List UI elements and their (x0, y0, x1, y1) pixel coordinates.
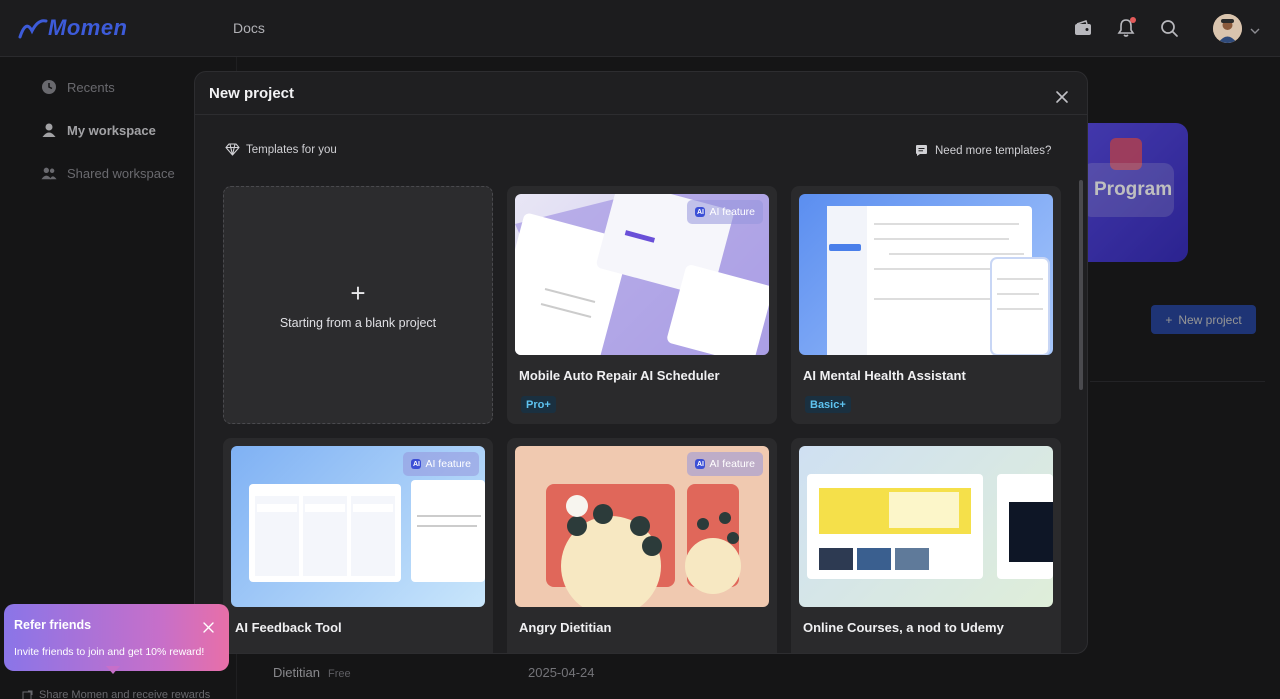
notification-bell-icon[interactable] (1114, 16, 1138, 40)
template-title: Angry Dietitian (519, 620, 612, 635)
notification-dot (1130, 17, 1136, 23)
plus-icon: + (350, 278, 366, 308)
ai-chip-label: AI feature (425, 458, 471, 470)
top-bar: Momen Docs (0, 0, 1280, 57)
modal-scrollbar[interactable] (1079, 180, 1083, 390)
new-project-modal: New project Templates for you Need more … (194, 71, 1088, 654)
diamond-icon (225, 143, 240, 156)
ai-logo-icon: AI (695, 459, 706, 469)
search-icon[interactable] (1157, 16, 1181, 40)
template-card-online-courses[interactable]: Online Courses, a nod to Udemy (791, 438, 1061, 653)
template-thumbnail (799, 446, 1053, 607)
template-card-mobile-auto-repair[interactable]: AI AI feature Mobile Auto Repair AI Sched… (507, 186, 777, 424)
modal-header: New project (195, 72, 1087, 115)
need-more-templates-link[interactable]: Need more templates? (915, 144, 1051, 157)
template-title: AI Feedback Tool (235, 620, 342, 635)
template-card-mental-health[interactable]: AI Mental Health Assistant Basic+ (791, 186, 1061, 424)
template-title: AI Mental Health Assistant (803, 368, 966, 383)
ai-chip-label: AI feature (709, 458, 755, 470)
template-thumbnail: AI AI feature (231, 446, 485, 607)
momen-logo[interactable]: Momen (18, 14, 128, 42)
chat-bubble-icon (916, 145, 927, 156)
template-card-angry-dietitian[interactable]: AI AI feature Angry Dietitian (507, 438, 777, 653)
template-thumbnail: AI AI feature (515, 446, 769, 607)
wallet-icon[interactable] (1071, 16, 1095, 40)
ai-logo-icon: AI (411, 459, 422, 469)
ai-feature-chip: AI AI feature (403, 452, 479, 476)
plan-badge: Pro+ (521, 396, 556, 413)
refer-friends-popup[interactable]: Refer friends Invite friends to join and… (4, 604, 229, 671)
logo-text: Momen (48, 15, 128, 40)
refer-title: Refer friends (14, 618, 92, 632)
template-thumbnail: AI AI feature (515, 194, 769, 355)
template-title: Online Courses, a nod to Udemy (803, 620, 1004, 635)
user-avatar[interactable] (1213, 14, 1242, 43)
more-templates-text: Need more templates? (935, 144, 1052, 157)
template-thumbnail (799, 194, 1053, 355)
logo-mark-icon (18, 19, 48, 39)
modal-title: New project (209, 85, 295, 102)
docs-link[interactable]: Docs (233, 20, 265, 36)
chevron-down-icon[interactable] (1250, 22, 1260, 40)
templates-for-you-label: Templates for you (225, 143, 337, 156)
refer-text: Invite friends to join and get 10% rewar… (14, 646, 205, 658)
blank-project-label: Starting from a blank project (279, 316, 437, 330)
ai-logo-icon: AI (695, 207, 706, 217)
ai-feature-chip: AI AI feature (687, 200, 763, 224)
plan-badge: Basic+ (805, 396, 851, 413)
blank-project-card[interactable]: + Starting from a blank project (223, 186, 493, 424)
templates-label-text: Templates for you (246, 143, 337, 156)
popup-pointer (106, 666, 120, 674)
close-icon[interactable] (203, 620, 214, 633)
template-card-ai-feedback[interactable]: AI AI feature AI Feedback Tool (223, 438, 493, 653)
close-icon[interactable] (1055, 90, 1071, 106)
ai-chip-label: AI feature (709, 206, 755, 218)
template-title: Mobile Auto Repair AI Scheduler (519, 368, 720, 383)
ai-feature-chip: AI AI feature (687, 452, 763, 476)
